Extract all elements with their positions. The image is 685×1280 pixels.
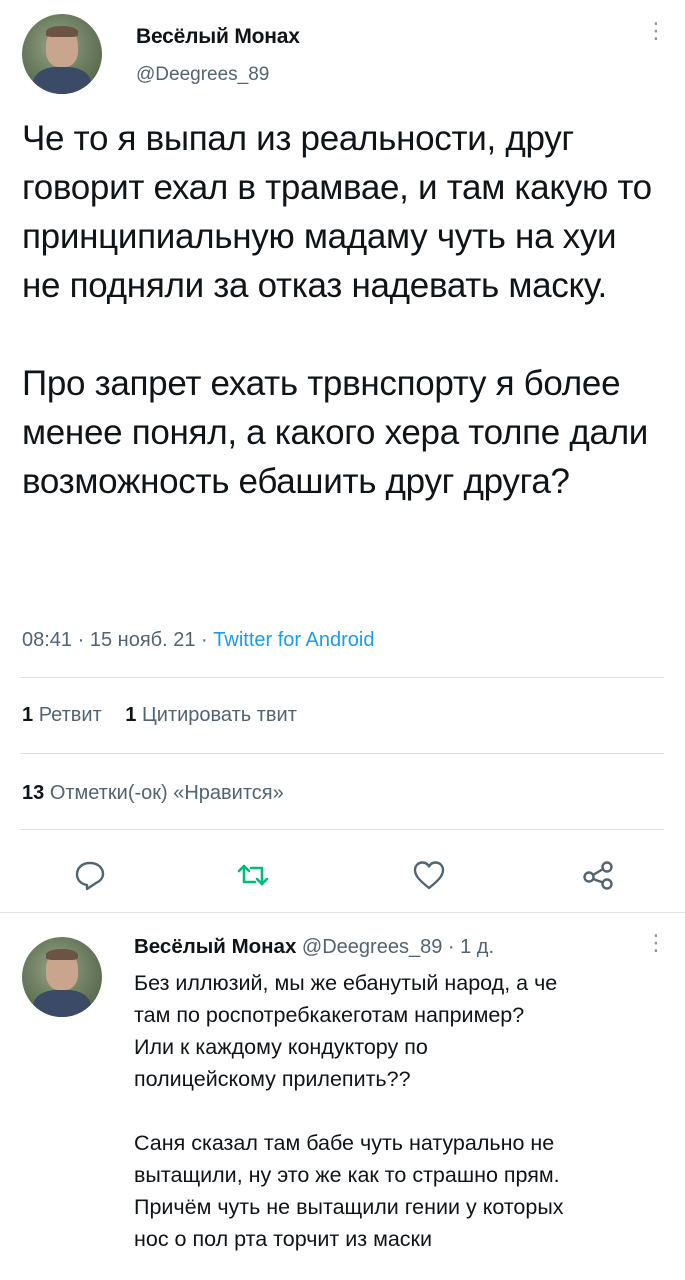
- reply-line: Или к каждому кондуктору по: [134, 1035, 428, 1059]
- author-name[interactable]: Весёлый Монах: [136, 25, 300, 49]
- reply-author-avatar[interactable]: [22, 937, 102, 1017]
- reply-header: Весёлый Монах @Deegrees_89 · 1 д.: [134, 935, 495, 958]
- heart-icon[interactable]: [411, 857, 447, 893]
- tweet-time[interactable]: 08:41: [22, 629, 72, 651]
- reply-author-name[interactable]: Весёлый Монах: [134, 935, 296, 958]
- reply-line: нос о пол рта торчит из маски: [134, 1227, 432, 1251]
- reply-text: Без иллюзий, мы же ебанутый народ, а че …: [134, 967, 669, 1255]
- reply-age[interactable]: 1 д.: [460, 936, 494, 958]
- reply-line: Без иллюзий, мы же ебанутый народ, а че: [134, 971, 558, 995]
- retweets-stat[interactable]: 1 Ретвит: [22, 704, 102, 726]
- reply-icon[interactable]: [72, 857, 108, 893]
- retweet-quote-stats: 1 Ретвит 1 Цитировать твит: [22, 704, 297, 727]
- author-handle[interactable]: @Deegrees_89: [136, 64, 269, 86]
- tweet-text: Че то я выпал из реальности, друг говори…: [22, 114, 657, 506]
- section-separator: [0, 912, 685, 913]
- reply-line: вытащили, ну это же как то страшно прям.: [134, 1163, 560, 1187]
- reply-author-handle[interactable]: @Deegrees_89: [302, 936, 442, 958]
- reply-line: Причём чуть не вытащили гении у которых: [134, 1195, 564, 1219]
- likes-stat[interactable]: 13 Отметки(-ок) «Нравится»: [22, 782, 284, 805]
- more-options-icon[interactable]: ⋮: [645, 20, 667, 42]
- quotes-stat[interactable]: 1 Цитировать твит: [125, 704, 297, 726]
- divider: [20, 677, 664, 678]
- tweet-source[interactable]: Twitter for Android: [213, 629, 374, 651]
- share-icon[interactable]: [580, 857, 616, 893]
- reply-line: там по роспотребкакеготам например?: [134, 1003, 525, 1027]
- divider: [20, 753, 664, 754]
- divider: [20, 829, 664, 830]
- reply-line: полицейскому прилепить??: [134, 1067, 411, 1091]
- tweet-date[interactable]: 15 нояб. 21: [90, 629, 196, 651]
- reply-more-options-icon[interactable]: ⋮: [645, 932, 667, 954]
- tweet-paragraph-1: Че то я выпал из реальности, друг говори…: [22, 119, 652, 305]
- tweet-meta: 08:41 · 15 нояб. 21 · Twitter for Androi…: [22, 629, 375, 651]
- tweet-paragraph-2: Про запрет ехать трвнспорту я более мене…: [22, 364, 649, 501]
- reply-line: Саня сказал там бабе чуть натурально не: [134, 1131, 555, 1155]
- author-avatar[interactable]: [22, 14, 102, 94]
- retweet-icon[interactable]: [235, 857, 271, 893]
